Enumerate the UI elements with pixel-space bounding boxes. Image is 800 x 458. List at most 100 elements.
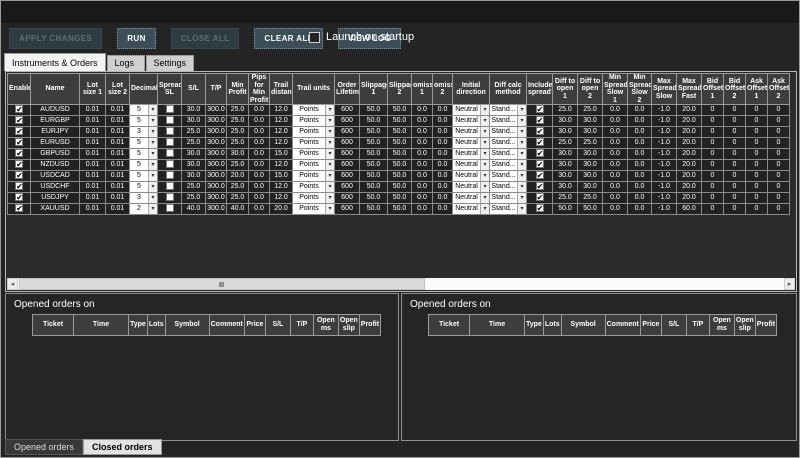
- cell-omissio-2[interactable]: 0.0: [433, 127, 453, 138]
- cell-max-spread-slow[interactable]: -1.0: [652, 127, 677, 138]
- cell-lot-size-1[interactable]: 0.01: [80, 182, 106, 193]
- cell-omissio-2[interactable]: 0.0: [433, 105, 453, 116]
- cell-diff-to-open-1[interactable]: 25.0: [553, 193, 578, 204]
- cell-max-spread-fast[interactable]: 20.0: [677, 127, 702, 138]
- initial-direction-combo[interactable]: Neutral▾: [453, 182, 489, 192]
- cell-diff-to-open-2[interactable]: 30.0: [578, 160, 603, 171]
- col-diff-calc-method[interactable]: Diff calc method: [490, 74, 527, 105]
- apply-changes-button[interactable]: APPLY CHANGES: [9, 28, 102, 49]
- cell-max-spread-slow[interactable]: -1.0: [652, 105, 677, 116]
- scroll-right-icon[interactable]: ▸: [784, 278, 795, 290]
- trail-units-combo[interactable]: Points▾: [293, 138, 334, 148]
- cell-ask-offset-2[interactable]: 0: [768, 127, 790, 138]
- trail-units-combo[interactable]: Points▾: [293, 116, 334, 126]
- cell-min-profit[interactable]: 20.0: [227, 171, 249, 182]
- diff-calc-method-combo[interactable]: Stand...▾: [490, 127, 526, 137]
- spread-sl-checkbox[interactable]: [166, 193, 174, 201]
- col-s-l[interactable]: S/L: [182, 74, 206, 105]
- cell-min-spread-slow-2[interactable]: 0.0: [628, 182, 652, 193]
- cell-omissio-1[interactable]: 0.0: [412, 160, 433, 171]
- trail-units-combo[interactable]: Points▾: [293, 149, 334, 159]
- cell-trail-distance[interactable]: 12.0: [270, 160, 293, 171]
- cell-diff-to-open-1[interactable]: 30.0: [553, 127, 578, 138]
- cell-slippage-1[interactable]: 50.0: [360, 116, 388, 127]
- cell-s-l[interactable]: 30.0: [182, 160, 206, 171]
- cell-pips-for-min-profit[interactable]: 0.0: [249, 204, 270, 215]
- cell-order-lifetime[interactable]: 600: [335, 193, 360, 204]
- cell-min-spread-slow-2[interactable]: 0.0: [628, 116, 652, 127]
- diff-calc-method-combo[interactable]: Stand...▾: [490, 160, 526, 170]
- cell-pips-for-min-profit[interactable]: 0.0: [249, 182, 270, 193]
- cell-min-profit[interactable]: 25.0: [227, 193, 249, 204]
- cell-slippage-2[interactable]: 50.0: [388, 105, 412, 116]
- col-order-lifetime[interactable]: Order Lifetime: [335, 74, 360, 105]
- cell-pips-for-min-profit[interactable]: 0.0: [249, 116, 270, 127]
- cell-lot-size-2[interactable]: 0.01: [106, 193, 130, 204]
- cell-lot-size-1[interactable]: 0.01: [80, 138, 106, 149]
- cell-max-spread-fast[interactable]: 60.0: [677, 204, 702, 215]
- cell-ask-offset-1[interactable]: 0: [746, 116, 768, 127]
- decimals-combo[interactable]: 5▾: [130, 160, 157, 170]
- enabled-checkbox[interactable]: [15, 116, 23, 124]
- cell-t-p[interactable]: 300.0: [206, 204, 227, 215]
- cell-omissio-1[interactable]: 0.0: [412, 138, 433, 149]
- cell-pips-for-min-profit[interactable]: 0.0: [249, 149, 270, 160]
- decimals-combo[interactable]: 5▾: [130, 116, 157, 126]
- spread-sl-checkbox[interactable]: [166, 105, 174, 113]
- include-spread-checkbox[interactable]: [536, 204, 544, 212]
- cell-name[interactable]: USDCHF: [31, 182, 80, 193]
- trail-units-combo[interactable]: Points▾: [293, 160, 334, 170]
- cell-diff-to-open-2[interactable]: 25.0: [578, 193, 603, 204]
- cell-bid-offset-2[interactable]: 0: [724, 127, 746, 138]
- cell-diff-to-open-1[interactable]: 30.0: [553, 171, 578, 182]
- col-slippage-2[interactable]: Slippage 2: [388, 74, 412, 105]
- trail-units-combo[interactable]: Points▾: [293, 171, 334, 181]
- enabled-checkbox[interactable]: [15, 127, 23, 135]
- cell-bid-offset-1[interactable]: 0: [702, 127, 724, 138]
- cell-trail-distance[interactable]: 12.0: [270, 116, 293, 127]
- cell-min-spread-slow-1[interactable]: 0.0: [603, 127, 628, 138]
- cell-max-spread-slow[interactable]: -1.0: [652, 171, 677, 182]
- cell-bid-offset-1[interactable]: 0: [702, 138, 724, 149]
- tab-opened-orders[interactable]: Opened orders: [5, 439, 83, 455]
- decimals-combo[interactable]: 2▾: [130, 204, 157, 214]
- trail-units-combo[interactable]: Points▾: [293, 105, 334, 115]
- cell-max-spread-fast[interactable]: 20.0: [677, 116, 702, 127]
- cell-bid-offset-2[interactable]: 0: [724, 193, 746, 204]
- cell-lot-size-2[interactable]: 0.01: [106, 127, 130, 138]
- col-initial-direction[interactable]: Initial direction: [453, 74, 490, 105]
- cell-min-profit[interactable]: 25.0: [227, 160, 249, 171]
- cell-s-l[interactable]: 25.0: [182, 138, 206, 149]
- col-lot-size-2[interactable]: Lot size 2: [106, 74, 130, 105]
- initial-direction-combo[interactable]: Neutral▾: [453, 116, 489, 126]
- diff-calc-method-combo[interactable]: Stand...▾: [490, 105, 526, 115]
- enabled-checkbox[interactable]: [15, 149, 23, 157]
- cell-pips-for-min-profit[interactable]: 0.0: [249, 105, 270, 116]
- cell-diff-to-open-1[interactable]: 50.0: [553, 204, 578, 215]
- cell-min-profit[interactable]: 40.0: [227, 204, 249, 215]
- cell-min-profit[interactable]: 25.0: [227, 105, 249, 116]
- cell-lot-size-1[interactable]: 0.01: [80, 116, 106, 127]
- cell-name[interactable]: USDCAD: [31, 171, 80, 182]
- diff-calc-method-combo[interactable]: Stand...▾: [490, 193, 526, 203]
- cell-omissio-1[interactable]: 0.0: [412, 105, 433, 116]
- col-max-spread-slow[interactable]: Max Spread Slow: [652, 74, 677, 105]
- cell-slippage-2[interactable]: 50.0: [388, 127, 412, 138]
- spread-sl-checkbox[interactable]: [166, 160, 174, 168]
- cell-trail-distance[interactable]: 12.0: [270, 105, 293, 116]
- initial-direction-combo[interactable]: Neutral▾: [453, 105, 489, 115]
- cell-trail-distance[interactable]: 15.0: [270, 149, 293, 160]
- cell-ask-offset-1[interactable]: 0: [746, 149, 768, 160]
- cell-slippage-2[interactable]: 50.0: [388, 171, 412, 182]
- cell-bid-offset-2[interactable]: 0: [724, 204, 746, 215]
- col-min-profit[interactable]: Min Profit: [227, 74, 249, 105]
- cell-bid-offset-1[interactable]: 0: [702, 105, 724, 116]
- cell-trail-distance[interactable]: 15.0: [270, 171, 293, 182]
- cell-s-l[interactable]: 30.0: [182, 171, 206, 182]
- cell-slippage-1[interactable]: 50.0: [360, 182, 388, 193]
- col-max-spread-fast[interactable]: Max Spread Fast: [677, 74, 702, 105]
- cell-min-spread-slow-2[interactable]: 0.0: [628, 105, 652, 116]
- cell-pips-for-min-profit[interactable]: 0.0: [249, 193, 270, 204]
- decimals-combo[interactable]: 3▾: [130, 193, 157, 203]
- cell-ask-offset-1[interactable]: 0: [746, 138, 768, 149]
